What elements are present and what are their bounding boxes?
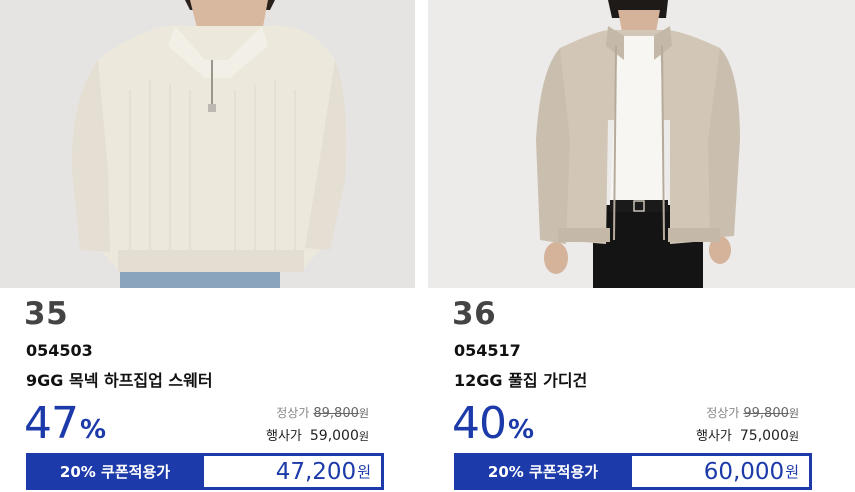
- discount-rate: 40%: [452, 398, 534, 449]
- event-price: 행사가 59,000원: [266, 425, 369, 444]
- currency-unit: 원: [788, 430, 799, 443]
- regular-price-label: 정상가: [706, 406, 740, 420]
- discount-rate: 47%: [24, 398, 106, 449]
- coupon-price-value: 60,000: [703, 458, 785, 485]
- coupon-price-box: 47,200 원: [204, 456, 381, 487]
- product-card-35[interactable]: 35 054503 9GG 목넥 하프집업 스웨터 47% 정상가 89,800원…: [0, 0, 415, 492]
- rank-number: 36: [452, 296, 497, 332]
- coupon-price-bar[interactable]: 20% 쿠폰적용가 47,200 원: [26, 453, 384, 490]
- regular-price-value: 99,800: [743, 406, 789, 421]
- currency-unit: 원: [357, 463, 371, 481]
- currency-unit: 원: [788, 407, 799, 420]
- regular-price-value: 89,800: [313, 406, 359, 421]
- rank-number: 35: [24, 296, 69, 332]
- discount-unit: %: [80, 415, 107, 445]
- coupon-price-box: 60,000 원: [632, 456, 809, 487]
- event-price: 행사가 75,000원: [696, 425, 799, 444]
- coupon-price-bar[interactable]: 20% 쿠폰적용가 60,000 원: [454, 453, 812, 490]
- regular-price: 정상가 89,800원: [276, 404, 369, 421]
- currency-unit: 원: [358, 430, 369, 443]
- coupon-label: 20% 쿠폰적용가: [59, 463, 171, 481]
- product-code: 054503: [26, 341, 93, 360]
- event-price-label: 행사가: [265, 429, 302, 444]
- discount-value: 40: [452, 398, 507, 449]
- product-code: 054517: [454, 341, 521, 360]
- product-name[interactable]: 12GG 풀집 가디건: [454, 367, 587, 391]
- discount-unit: %: [508, 415, 535, 445]
- currency-unit: 원: [785, 463, 799, 481]
- product-image[interactable]: [0, 0, 415, 288]
- regular-price: 정상가 99,800원: [706, 404, 799, 421]
- coupon-label: 20% 쿠폰적용가: [487, 463, 599, 481]
- regular-price-label: 정상가: [276, 406, 310, 420]
- coupon-price-value: 47,200: [275, 458, 357, 485]
- event-price-label: 행사가: [695, 429, 732, 444]
- product-name[interactable]: 9GG 목넥 하프집업 스웨터: [26, 367, 213, 391]
- discount-value: 47: [24, 398, 79, 449]
- event-price-value: 59,000: [309, 428, 359, 444]
- currency-unit: 원: [358, 407, 369, 420]
- half-zip-sweater-model-image: [0, 0, 415, 288]
- product-card-36[interactable]: 36 054517 12GG 풀집 가디건 40% 정상가 99,800원 행사가…: [428, 0, 855, 492]
- product-image[interactable]: [428, 0, 855, 288]
- full-zip-cardigan-model-image: [428, 0, 855, 288]
- event-price-value: 75,000: [739, 428, 789, 444]
